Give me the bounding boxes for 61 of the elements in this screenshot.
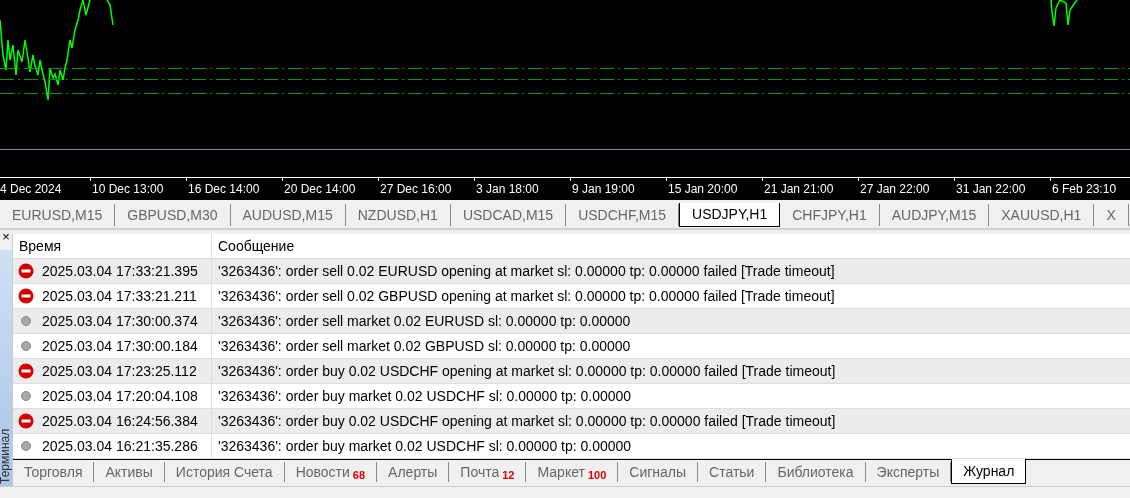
dot-icon [18,438,34,454]
panel-tab[interactable]: Сигналы [618,462,699,482]
panel-tab[interactable]: Статьи [698,462,767,482]
message-cell-text: '3263436': order buy market 0.02 USDCHF sl: 0.00000 tp: 0.00000 [217,437,633,456]
dot-icon [18,313,34,329]
message-cell-text: '3263436': order buy 0.02 USDCHF opening at market sl: 0.00000 tp: 0.00000 failed [Trade timeout] [217,362,837,381]
time-axis-label: 31 Jan 22:00 [956,181,1026,198]
time-cell-text: 2025.03.04 17:23:25.112 [42,361,197,381]
chart-tab[interactable]: USDCAD,M15 [450,204,567,226]
time-cell-text: 2025.03.04 16:21:35.286 [42,436,198,456]
message-cell-text: '3263436': order buy market 0.02 USDCHF sl: 0.00000 tp: 0.00000 [217,387,633,406]
error-icon [18,263,34,279]
time-axis-label: 3 Jan 18:00 [476,181,539,198]
panel-tab[interactable]: Маркет 100 [526,462,619,482]
chart-tab[interactable]: XAUUSD,H1 [989,204,1095,226]
panel-tab[interactable]: История Счета [164,462,285,482]
error-icon [18,413,34,429]
message-cell-text: '3263436': order sell market 0.02 EURUSD sl: 0.00000 tp: 0.00000 [217,312,632,331]
column-header[interactable]: Время [13,234,212,258]
chart-tab[interactable]: X [1094,204,1129,226]
time-cell-text: 2025.03.04 17:30:00.374 [42,311,198,331]
message-cell-text: '3263436': order sell 0.02 GBPUSD opening at market sl: 0.00000 tp: 0.00000 failed [Trade timeout] [217,287,836,306]
message-cell-text: '3263436': order sell market 0.02 GBPUSD sl: 0.00000 tp: 0.00000 [217,337,632,356]
chart-tab[interactable]: AUDJPY,M15 [879,204,990,226]
time-axis-label: 6 Feb 23:10 [1052,181,1117,198]
panel-tab[interactable]: Журнал [951,459,1027,484]
column-header[interactable]: Сообщение [212,234,1130,258]
time-axis-label: 21 Jan 21:00 [764,181,834,198]
dot-icon [18,338,34,354]
chart-tab[interactable]: AUDUSD,M15 [230,204,346,226]
time-axis-label: 9 Jan 19:00 [572,181,635,198]
dot-icon [18,388,34,404]
chart-tab[interactable]: CHFJPY,H1 [780,204,880,226]
panel-tab[interactable]: Алерты [377,462,450,482]
time-cell-text: 2025.03.04 17:20:04.108 [42,386,198,406]
chart-tab[interactable]: EURUSD,M15 [0,204,116,226]
close-icon[interactable]: × [2,230,10,244]
error-icon [18,363,34,379]
time-axis-label: 27 Dec 16:00 [380,181,452,198]
panel-tab[interactable]: Активы [94,462,165,482]
panel-tab[interactable]: Новости 68 [284,462,378,482]
chart-tab[interactable]: USDJPY,H1 [679,203,781,227]
message-cell-text: '3263436': order buy 0.02 USDCHF opening at market sl: 0.00000 tp: 0.00000 failed [Trade timeout] [217,412,837,431]
time-axis-label: 27 Jan 22:00 [860,181,930,198]
panel-tab[interactable]: Почта 12 [449,462,527,482]
panel-tab[interactable]: Торговля [13,462,95,482]
panel-tab[interactable]: Библиотека [766,462,866,482]
chart-tab[interactable]: NZDUSD,H1 [345,204,451,226]
time-axis-label: 20 Dec 14:00 [284,181,356,198]
time-cell-text: 2025.03.04 17:33:21.395 [42,261,198,281]
panel-title: Терминал [0,428,11,484]
time-axis-label: 15 Jan 20:00 [668,181,738,198]
time-cell-text: 2025.03.04 16:24:56.384 [42,411,198,431]
error-icon [18,288,34,304]
time-cell-text: 2025.03.04 17:30:00.184 [42,336,198,356]
time-axis-label: 4 Dec 2024 [0,181,62,198]
message-cell-text: '3263436': order sell 0.02 EURUSD opening at market sl: 0.00000 tp: 0.00000 failed [Trade timeout] [217,262,836,281]
time-axis-label: 16 Dec 14:00 [188,181,260,198]
time-cell-text: 2025.03.04 17:33:21.211 [42,286,197,306]
chart-tab[interactable]: GBPUSD,M30 [115,204,231,226]
time-axis-label: 10 Dec 13:00 [92,181,164,198]
